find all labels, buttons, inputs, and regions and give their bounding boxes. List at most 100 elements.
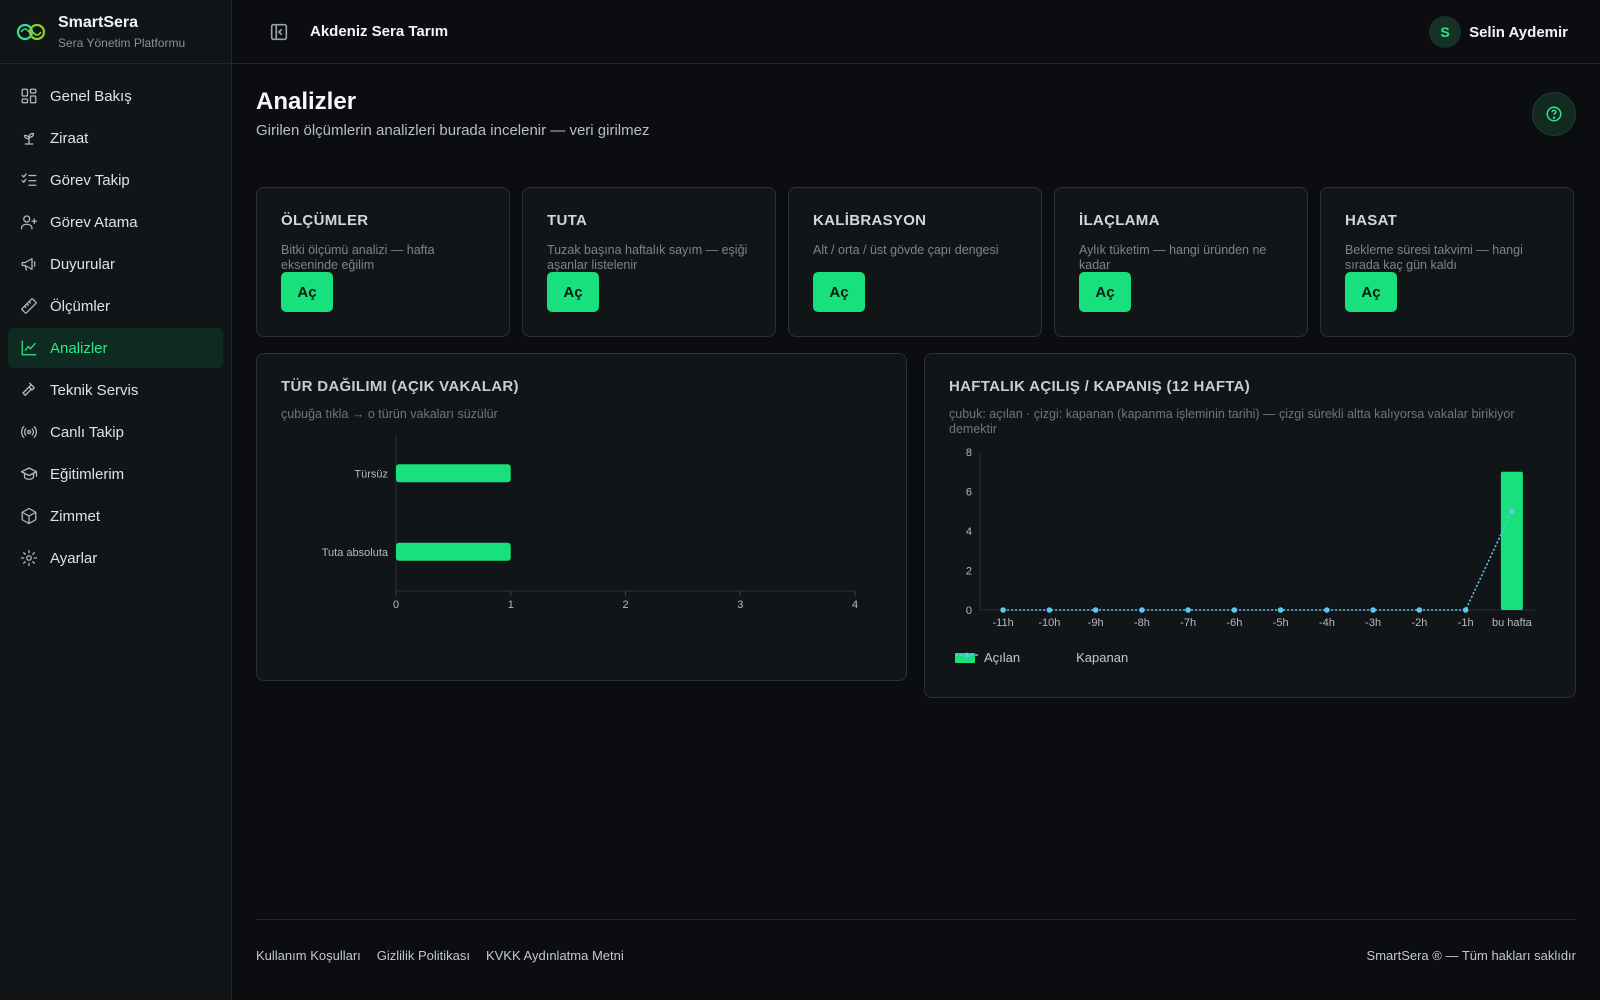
point-closed[interactable] [1046, 607, 1053, 613]
help-icon [1546, 106, 1562, 122]
card-title: İLAÇLAMA [1079, 212, 1160, 229]
x-tick-label: -10h [1038, 617, 1060, 629]
open-button[interactable]: Aç [1079, 272, 1131, 312]
sidebar-item-gorev-takip[interactable]: Görev Takip [8, 160, 223, 200]
point-closed[interactable] [1324, 607, 1330, 613]
card-description: Tuzak başına haftalık sayım — eşiği aşan… [547, 243, 748, 272]
main-content: Analizler Girilen ölçümlerin analizleri … [256, 64, 1576, 1000]
y-tick-label: 4 [966, 526, 972, 538]
sidebar-item-label: Teknik Servis [50, 381, 139, 399]
category-label: Türsüz [354, 468, 388, 480]
sidebar-item-egitimlerim[interactable]: Eğitimlerim [8, 454, 223, 494]
legend-label-opened[interactable]: Açılan [984, 650, 1020, 665]
sidebar-item-teknik-servis[interactable]: Teknik Servis [8, 370, 223, 410]
point-closed[interactable] [1231, 607, 1238, 613]
open-button[interactable]: Aç [1345, 272, 1397, 312]
point-closed[interactable] [1139, 607, 1145, 613]
help-button[interactable] [1532, 92, 1576, 136]
analysis-cards: ÖLÇÜMLER Bitki ölçümü analizi — hafta eks… [256, 187, 1576, 337]
avatar: S [1429, 16, 1462, 48]
open-button[interactable]: Aç [813, 272, 865, 312]
point-closed[interactable] [1185, 607, 1191, 613]
x-tick-label: bu hafta [1492, 617, 1533, 629]
point-closed[interactable] [1370, 607, 1376, 613]
sidebar-item-label: Genel Bakış [50, 87, 132, 105]
bar[interactable] [396, 542, 511, 561]
x-tick-label: -8h [1134, 617, 1150, 629]
x-tick-label: -7h [1180, 617, 1196, 629]
footer-link[interactable]: KVKK Aydınlatma Metni [486, 948, 624, 963]
x-tick-label: -6h [1226, 617, 1242, 629]
page-subtitle: Girilen ölçümlerin analizleri burada inc… [256, 122, 650, 139]
line-closed [1003, 510, 1513, 611]
sidebar-item-label: Eğitimlerim [50, 465, 125, 483]
graduation-cap-icon [20, 465, 38, 483]
user-plus-icon [20, 213, 38, 231]
analysis-card: TUTA Tuzak başına haftalık sayım — eşiği … [522, 187, 776, 337]
bar[interactable] [396, 464, 511, 483]
y-tick-label: 8 [966, 447, 972, 459]
card-description: Bekleme süresi takvimi — hangi sırada ka… [1345, 243, 1523, 272]
user-menu[interactable]: S Selin Aydemir [1429, 16, 1568, 48]
sidebar-item-gorev-atama[interactable]: Görev Atama [8, 202, 223, 242]
sidebar-item-label: Zimmet [50, 507, 100, 525]
legend-label-closed[interactable]: Kapanan [1076, 650, 1128, 665]
footer-link[interactable]: Gizlilik Politikası [377, 948, 470, 963]
bar-opened[interactable] [1500, 471, 1523, 610]
card-description: Bitki ölçümü analizi — hafta ekseninde e… [281, 243, 435, 272]
brand-name: SmartSera [58, 13, 139, 31]
point-closed[interactable] [1462, 607, 1469, 613]
sidebar-item-label: Canlı Takip [50, 423, 124, 441]
x-tick-label: -9h [1088, 617, 1104, 629]
sidebar-collapse-icon[interactable] [268, 21, 290, 43]
sidebar-item-label: Görev Atama [50, 213, 138, 231]
package-icon [20, 507, 38, 525]
sidebar-item-canlı-takip[interactable]: Canlı Takip [8, 412, 223, 452]
sidebar-item-duyurular[interactable]: Duyurular [8, 244, 223, 284]
sidebar-item-label: Analizler [50, 339, 108, 357]
x-tick-label: -5h [1273, 617, 1289, 629]
topbar: Akdeniz Sera Tarım S Selin Aydemir [232, 0, 1600, 64]
sidebar: SmartSera Sera Yönetim Platformu Genel B… [0, 0, 232, 1000]
analysis-card: İLAÇLAMA Aylık tüketim — hangi üründen ne… [1054, 187, 1308, 337]
footer-link[interactable]: Kullanım Koşulları [256, 948, 361, 963]
sidebar-item-olcumler[interactable]: Ölçümler [8, 286, 223, 326]
point-closed[interactable] [1509, 508, 1515, 515]
point-closed[interactable] [1416, 607, 1423, 613]
open-button[interactable]: Aç [547, 272, 599, 312]
smartsera-logo-icon [16, 23, 46, 40]
weekly-open-close-chart: 0 2 4 6 8 -11h -10h -9h -8h -7h -6h -5h -4h -3h -2h -1h… [966, 447, 1535, 629]
point-closed[interactable] [1092, 607, 1099, 613]
point-closed[interactable] [1277, 607, 1284, 613]
card-title: TUTA [547, 212, 588, 229]
brand[interactable]: SmartSera Sera Yönetim Platformu [0, 0, 231, 64]
x-tick-label: -11h [993, 617, 1014, 629]
point-closed[interactable] [1000, 607, 1006, 613]
legend-swatch-closed [955, 652, 1068, 663]
sidebar-item-genel-bakıs[interactable]: Genel Bakış [8, 76, 223, 116]
open-button[interactable]: Aç [281, 272, 333, 312]
x-tick-label: 4 [852, 599, 858, 611]
sidebar-item-label: Ayarlar [50, 549, 98, 567]
analysis-card: HASAT Bekleme süresi takvimi — hangi sıra… [1320, 187, 1574, 337]
x-tick-label: -3h [1365, 617, 1381, 629]
sidebar-item-ziraat[interactable]: Ziraat [8, 118, 223, 158]
gear-icon [20, 549, 38, 567]
sidebar-item-analizler[interactable]: Analizler [8, 328, 223, 368]
sprout-icon [20, 129, 38, 147]
sidebar-item-ayarlar[interactable]: Ayarlar [8, 538, 223, 578]
category-label: Tuta absoluta [322, 547, 389, 559]
sidebar-item-label: Görev Takip [50, 171, 130, 189]
list-check-icon [20, 171, 38, 189]
card-description: Aylık tüketim — hangi üründen ne kadar [1079, 243, 1267, 272]
card-title: HASAT [1345, 212, 1398, 229]
hammer-icon [20, 381, 38, 399]
x-tick-label: 2 [622, 599, 628, 611]
copyright: SmartSera ® — Tüm hakları saklıdır [1366, 948, 1576, 963]
sidebar-item-zimmet[interactable]: Zimmet [8, 496, 223, 536]
sidebar-nav: Genel Bakış Ziraat Görev Takip Görev Atama D… [0, 64, 231, 578]
card-description: Alt / orta / üst gövde çapı dengesi [813, 243, 999, 257]
card-title: KALİBRASYON [813, 212, 927, 229]
sidebar-item-label: Ölçümler [50, 297, 111, 315]
footer: Kullanım Koşulları Gizlilik Politikası KVK… [256, 919, 1576, 999]
